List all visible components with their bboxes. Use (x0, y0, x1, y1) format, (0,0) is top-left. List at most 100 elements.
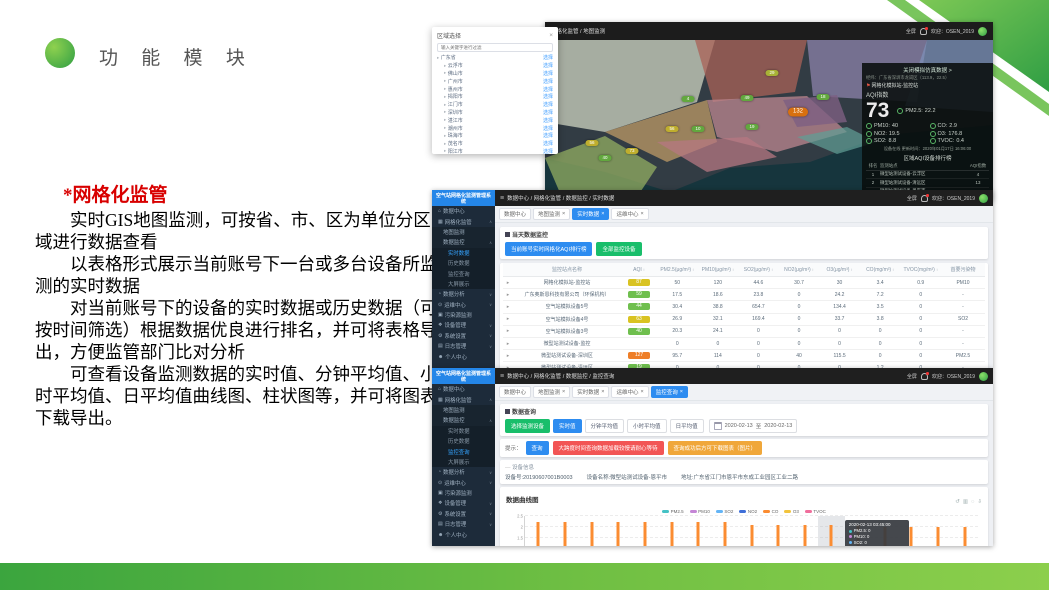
sidebar-item[interactable]: 大屏展示 (432, 457, 495, 467)
expand-caret-icon[interactable] (503, 341, 513, 347)
column-header[interactable]: PM2.5(μg/m³) (657, 267, 698, 273)
region-tree-item[interactable]: 阳江市 选择 (437, 148, 553, 154)
map-aqi-badge[interactable]: 19 (746, 124, 759, 130)
sidebar-item[interactable]: ⌂数据中心 (432, 384, 495, 394)
column-header[interactable]: 监控站点名称 (513, 266, 621, 273)
close-icon[interactable] (549, 32, 553, 39)
map-aqi-badge[interactable]: 73 (626, 148, 639, 154)
sidebar-item[interactable]: ▣污染源监测 (432, 310, 495, 320)
close-tab-icon[interactable] (562, 389, 565, 395)
fullscreen-button[interactable]: 全屏 (906, 28, 916, 35)
table-row[interactable]: 空气站模拟设备5号 44 30.438.8 654.70 134.43.5 0- (503, 301, 985, 313)
chart-plot[interactable]: 00.511.522.52020-02-13 03:45:00PM2.5: 0P… (524, 516, 978, 546)
sidebar-item[interactable]: 实时数据 (432, 426, 495, 436)
bell-icon[interactable] (920, 28, 927, 35)
table-row[interactable]: 广东奥斯恩科技有限公司（环保机构） 59 17.518.6 23.80 24.2… (503, 289, 985, 301)
map-aqi-badge[interactable]: 132 (788, 108, 808, 117)
action-button[interactable]: 全部监控设备 (596, 242, 641, 256)
select-link[interactable]: 选择 (543, 132, 553, 139)
expand-caret-icon[interactable] (503, 280, 513, 286)
close-tab-icon[interactable] (680, 389, 683, 395)
column-header[interactable]: CO(mg/m³) (860, 267, 901, 273)
sidebar-item[interactable]: 数据监控∧ (432, 415, 495, 425)
close-tab-icon[interactable] (601, 211, 604, 217)
sidebar-item[interactable]: 数据监控∧ (432, 237, 495, 247)
ranking-row[interactable]: 2微型站测试设备-清远区13 (866, 179, 989, 188)
tip-button[interactable]: 查询 (526, 441, 549, 455)
legend-item[interactable]: PM2.5 (662, 509, 684, 514)
filter-button[interactable]: 选择监测设备 (505, 419, 550, 433)
select-link[interactable]: 选择 (543, 78, 553, 85)
filter-button[interactable]: 日平均值 (670, 419, 704, 433)
column-header[interactable]: 首要污染物 (941, 266, 985, 273)
table-row[interactable]: 空气站模拟设备3号 40 20.324.1 00 00 0- (503, 326, 985, 338)
region-tree-item[interactable]: 茂名市 选择 (437, 140, 553, 148)
chart-tool-icon[interactable]: ⇩ (977, 499, 982, 505)
expand-caret-icon[interactable] (503, 353, 513, 359)
legend-item[interactable]: O3 (784, 509, 799, 514)
table-row[interactable]: 微型站测试设备-监控 00 00 00 0- (503, 338, 985, 350)
sidebar-item[interactable]: ☻个人中心 (432, 529, 495, 539)
fullscreen-button[interactable]: 全屏 (907, 373, 917, 380)
close-tab-icon[interactable] (641, 389, 644, 395)
map-aqi-badge[interactable]: 4 (682, 96, 695, 102)
region-tree-item[interactable]: 珠海市 选择 (437, 132, 553, 140)
sidebar-item[interactable]: 大屏展示 (432, 279, 495, 289)
date-range-picker[interactable]: 2020-02-13 至 2020-02-13 (709, 419, 798, 433)
sidebar-item[interactable]: ❖设备管理∨ (432, 498, 495, 508)
sidebar-item[interactable]: 监控查询 (432, 446, 495, 456)
expand-caret-icon[interactable] (503, 316, 513, 322)
table-row[interactable]: 空气站模拟设备4号 63 26.932.1 169.40 33.73.8 0SO… (503, 314, 985, 326)
expand-caret-icon[interactable] (503, 328, 513, 334)
hamburger-icon[interactable] (500, 373, 504, 380)
ranking-row[interactable]: 1微型站测试设备-云浮区4 (866, 171, 989, 180)
region-tree-item[interactable]: 深圳市 选择 (437, 109, 553, 117)
sidebar-item[interactable]: ▦网格化监管∧ (432, 394, 495, 404)
select-link[interactable]: 选择 (543, 86, 553, 93)
region-tree-item[interactable]: 湛江市 选择 (437, 116, 553, 124)
sidebar-item[interactable]: ⊙运维中心∨ (432, 300, 495, 310)
action-button[interactable]: 当前账号实时网格化AQI排行榜 (505, 242, 592, 256)
close-tab-icon[interactable] (562, 211, 565, 217)
map-aqi-badge[interactable]: 10 (692, 126, 705, 132)
sidebar-item[interactable]: 历史数据 (432, 258, 495, 268)
tip-button[interactable]: 大跨度时间查询数据加载较慢请耐心等待 (553, 441, 664, 455)
region-tree-item[interactable]: 揭阳市 选择 (437, 93, 553, 101)
map-aqi-badge[interactable]: 56 (586, 140, 599, 146)
region-tree-item[interactable]: 江门市 选择 (437, 101, 553, 109)
tab[interactable]: 地图监测 (533, 386, 570, 398)
sidebar-item[interactable]: 历史数据 (432, 436, 495, 446)
sidebar-item[interactable]: ⚙系统设置∨ (432, 509, 495, 519)
sidebar-item[interactable]: 地图监测 (432, 227, 495, 237)
legend-item[interactable]: SO2 (716, 509, 734, 514)
region-tree-province[interactable]: 广东省 选择 (437, 54, 553, 62)
column-header[interactable]: SO2(μg/m³) (738, 267, 779, 273)
region-tree-item[interactable]: 佛山市 选择 (437, 70, 553, 78)
region-tree-item[interactable]: 广州市 选择 (437, 77, 553, 85)
sidebar-item[interactable]: ⚙系统设置∨ (432, 331, 495, 341)
fullscreen-button[interactable]: 全屏 (907, 195, 917, 202)
tab[interactable]: 运维中心 (611, 208, 648, 220)
sidebar-item[interactable]: ☻个人中心 (432, 351, 495, 361)
filter-button[interactable]: 分钟平均值 (585, 419, 625, 433)
avatar[interactable] (979, 372, 988, 381)
chart-tool-icon[interactable]: ◌ (971, 499, 974, 505)
chart-tool-icon[interactable]: ▥ (963, 499, 968, 505)
close-tab-icon[interactable] (601, 389, 604, 395)
tab[interactable]: 实时数据 (572, 386, 609, 398)
column-header[interactable]: TVOC(mg/m³) (900, 267, 941, 273)
tab[interactable]: 运维中心 (611, 386, 648, 398)
close-simulation-link[interactable]: 关闭模拟仿真数据 > (866, 66, 989, 74)
tab[interactable]: 数据中心 (499, 386, 531, 398)
column-header[interactable]: O3(μg/m³) (819, 267, 860, 273)
select-link[interactable]: 选择 (543, 148, 553, 154)
table-row[interactable]: 网格化模拟站-监控站 87 50120 44.630.7 303.4 0.9PM… (503, 277, 985, 289)
select-link[interactable]: 选择 (543, 62, 553, 69)
map-aqi-badge[interactable]: 18 (817, 94, 830, 100)
sidebar-item[interactable]: ◔数据分析∨ (432, 467, 495, 477)
table-row[interactable]: 微型站测试设备-深圳区 127 95.7114 040 115.50 0PM2.… (503, 350, 985, 362)
sidebar-item[interactable]: ⌂数据中心 (432, 206, 495, 216)
select-link[interactable]: 选择 (543, 70, 553, 77)
avatar[interactable] (978, 27, 987, 36)
select-link[interactable]: 选择 (543, 125, 553, 132)
